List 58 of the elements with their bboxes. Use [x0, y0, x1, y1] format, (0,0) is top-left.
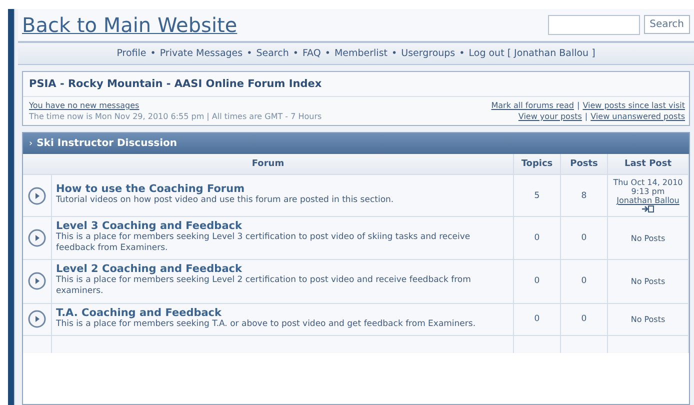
topics-count: 5 — [534, 190, 540, 200]
play-icon — [28, 229, 46, 248]
forum-index-title: PSIA - Rocky Mountain - AASI Online Forum Index — [23, 72, 689, 97]
no-posts-text: No Posts — [630, 234, 666, 243]
nav-link[interactable]: Log out [ Jonathan Ballou ] — [468, 48, 596, 59]
play-icon — [28, 272, 46, 290]
posts-count: 0 — [581, 233, 587, 244]
search-button[interactable]: Search — [644, 15, 690, 34]
nav-separator: • — [292, 48, 298, 59]
nav-separator: • — [324, 48, 330, 59]
posts-count: 0 — [581, 314, 587, 324]
no-posts-text: No Posts — [630, 314, 666, 324]
nav-link[interactable]: Profile — [116, 48, 146, 59]
last-post-time: 9:13 pm — [630, 187, 666, 196]
posts-count: 8 — [581, 190, 587, 200]
last-post-date: Thu Oct 14, 2010 — [612, 178, 684, 187]
category-marker: › — [29, 138, 33, 148]
forum-description: Tutorial videos on how post video and use this forum are posted in this section. — [56, 194, 395, 206]
link-separator: | — [584, 112, 588, 121]
home-link[interactable]: Back to Main Website — [22, 13, 238, 37]
category-title[interactable]: Ski Instructor Discussion — [36, 138, 178, 149]
nav-link[interactable]: Memberlist — [334, 48, 388, 59]
nav-separator: • — [150, 48, 156, 59]
nav-link[interactable]: Usergroups — [401, 48, 456, 59]
link-separator: | — [577, 101, 580, 110]
column-header: Posts — [560, 154, 608, 174]
topics-count: 0 — [534, 276, 540, 286]
messages-link[interactable]: You have no new messages — [29, 101, 322, 110]
forum-description: This is a place for members seeking Level 3 certification to post video of skiing tasks and receive feedback from Examiners. — [56, 232, 472, 254]
index-link[interactable]: View unanswered posts — [590, 112, 685, 121]
index-link[interactable]: View posts since last visit — [582, 101, 685, 110]
forum-title-link[interactable]: How to use the Coaching Forum — [56, 182, 509, 195]
nav-separator: • — [246, 48, 252, 59]
nav-separator: • — [459, 48, 465, 59]
forum-description: This is a place for members seeking Level 2 certification to post video and receive feedback from examiners. — [56, 275, 472, 296]
posts-count: 0 — [581, 276, 587, 286]
nav-link[interactable]: FAQ — [302, 48, 321, 59]
forum-description: This is a place for members seeking T.A. or above to post video and get feedback from Examiners. — [56, 318, 477, 330]
forum-title-link[interactable]: Level 2 Coaching and Feedback — [56, 263, 509, 276]
nav-link[interactable]: Search — [256, 48, 289, 59]
column-header: Forum — [23, 154, 514, 174]
search-field[interactable] — [548, 15, 640, 35]
forum-title-link[interactable]: T.A. Coaching and Feedback — [56, 306, 509, 318]
no-posts-text: No Posts — [630, 276, 666, 286]
forum-title-link[interactable]: Level 3 Coaching and Feedback — [56, 220, 509, 232]
topics-count: 0 — [534, 314, 540, 324]
column-header: Topics — [514, 154, 560, 174]
column-header: Last Post — [608, 154, 688, 174]
nav-separator: • — [392, 48, 398, 59]
nav-link[interactable]: Private Messages — [160, 48, 243, 59]
index-link[interactable]: View your posts — [518, 112, 582, 121]
play-icon — [28, 186, 46, 204]
time-info: The time now is Mon Nov 29, 2010 6:55 pm | All times are GMT - 7 Hours — [29, 112, 322, 121]
index-link[interactable]: Mark all forums read — [491, 101, 574, 110]
author-link[interactable]: Jonathan Ballou — [610, 196, 686, 205]
go-to-post-icon[interactable] — [642, 205, 654, 213]
play-icon — [28, 310, 46, 328]
topics-count: 0 — [534, 233, 540, 244]
